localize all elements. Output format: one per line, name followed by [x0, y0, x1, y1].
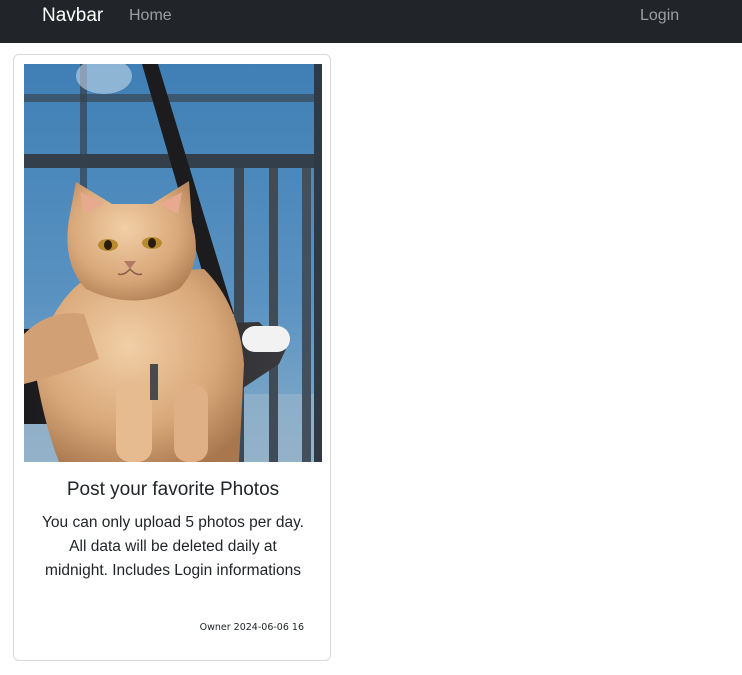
card-owner: Owner	[199, 622, 231, 633]
card-date: 2024-06-06 16	[233, 622, 304, 633]
card-photo-cat	[24, 64, 322, 462]
card-title: Post your favorite Photos	[66, 479, 280, 500]
card-description: You can only upload 5 photos per day. Al…	[42, 514, 304, 579]
nav-link-login[interactable]: Login	[640, 6, 679, 26]
nav-link-home[interactable]: Home	[129, 6, 172, 26]
card-footer-meta: Owner 2024-06-06 16	[197, 622, 304, 633]
top-navbar: Navbar Home Login	[0, 0, 742, 43]
navbar-brand[interactable]: Navbar	[42, 4, 103, 28]
photo-card: Post your favorite Photos You can only u…	[13, 54, 331, 661]
